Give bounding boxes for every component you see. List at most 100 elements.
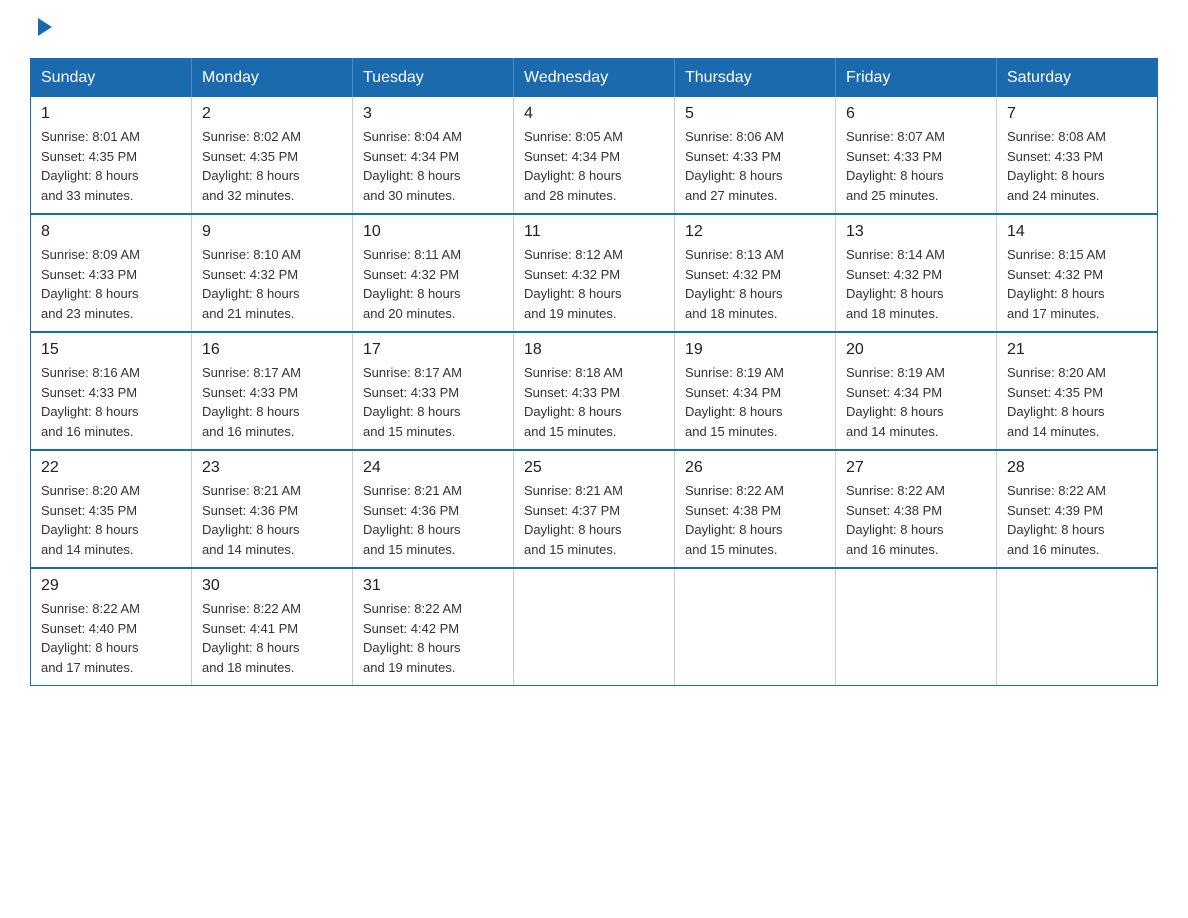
calendar-header-thursday: Thursday xyxy=(675,59,836,98)
day-number: 10 xyxy=(363,223,503,241)
calendar-cell: 11 Sunrise: 8:12 AMSunset: 4:32 PMDaylig… xyxy=(514,214,675,332)
day-number: 31 xyxy=(363,577,503,595)
day-number: 1 xyxy=(41,105,181,123)
calendar-cell: 12 Sunrise: 8:13 AMSunset: 4:32 PMDaylig… xyxy=(675,214,836,332)
day-info: Sunrise: 8:01 AMSunset: 4:35 PMDaylight:… xyxy=(41,129,140,203)
page-header xyxy=(30,20,1158,38)
calendar-cell: 7 Sunrise: 8:08 AMSunset: 4:33 PMDayligh… xyxy=(997,97,1158,214)
day-info: Sunrise: 8:20 AMSunset: 4:35 PMDaylight:… xyxy=(41,483,140,557)
day-number: 15 xyxy=(41,341,181,359)
day-number: 26 xyxy=(685,459,825,477)
calendar-cell: 25 Sunrise: 8:21 AMSunset: 4:37 PMDaylig… xyxy=(514,450,675,568)
day-info: Sunrise: 8:15 AMSunset: 4:32 PMDaylight:… xyxy=(1007,247,1106,321)
day-number: 7 xyxy=(1007,105,1147,123)
calendar-cell: 27 Sunrise: 8:22 AMSunset: 4:38 PMDaylig… xyxy=(836,450,997,568)
calendar-cell xyxy=(514,568,675,686)
day-info: Sunrise: 8:22 AMSunset: 4:41 PMDaylight:… xyxy=(202,601,301,675)
day-info: Sunrise: 8:04 AMSunset: 4:34 PMDaylight:… xyxy=(363,129,462,203)
day-info: Sunrise: 8:22 AMSunset: 4:38 PMDaylight:… xyxy=(685,483,784,557)
day-info: Sunrise: 8:06 AMSunset: 4:33 PMDaylight:… xyxy=(685,129,784,203)
day-info: Sunrise: 8:13 AMSunset: 4:32 PMDaylight:… xyxy=(685,247,784,321)
calendar-header-row: SundayMondayTuesdayWednesdayThursdayFrid… xyxy=(31,59,1158,98)
day-number: 28 xyxy=(1007,459,1147,477)
day-number: 29 xyxy=(41,577,181,595)
calendar-cell: 17 Sunrise: 8:17 AMSunset: 4:33 PMDaylig… xyxy=(353,332,514,450)
calendar-cell: 4 Sunrise: 8:05 AMSunset: 4:34 PMDayligh… xyxy=(514,97,675,214)
day-number: 23 xyxy=(202,459,342,477)
day-number: 4 xyxy=(524,105,664,123)
logo xyxy=(30,20,54,38)
day-info: Sunrise: 8:21 AMSunset: 4:36 PMDaylight:… xyxy=(202,483,301,557)
calendar-cell: 14 Sunrise: 8:15 AMSunset: 4:32 PMDaylig… xyxy=(997,214,1158,332)
day-number: 11 xyxy=(524,223,664,241)
calendar-cell: 18 Sunrise: 8:18 AMSunset: 4:33 PMDaylig… xyxy=(514,332,675,450)
calendar-cell: 15 Sunrise: 8:16 AMSunset: 4:33 PMDaylig… xyxy=(31,332,192,450)
calendar-header-wednesday: Wednesday xyxy=(514,59,675,98)
calendar-cell: 22 Sunrise: 8:20 AMSunset: 4:35 PMDaylig… xyxy=(31,450,192,568)
day-number: 8 xyxy=(41,223,181,241)
day-info: Sunrise: 8:07 AMSunset: 4:33 PMDaylight:… xyxy=(846,129,945,203)
day-number: 13 xyxy=(846,223,986,241)
day-info: Sunrise: 8:12 AMSunset: 4:32 PMDaylight:… xyxy=(524,247,623,321)
day-info: Sunrise: 8:22 AMSunset: 4:42 PMDaylight:… xyxy=(363,601,462,675)
calendar-cell: 1 Sunrise: 8:01 AMSunset: 4:35 PMDayligh… xyxy=(31,97,192,214)
logo-triangle-icon xyxy=(32,16,54,38)
day-info: Sunrise: 8:21 AMSunset: 4:36 PMDaylight:… xyxy=(363,483,462,557)
day-number: 24 xyxy=(363,459,503,477)
calendar-cell: 9 Sunrise: 8:10 AMSunset: 4:32 PMDayligh… xyxy=(192,214,353,332)
calendar-week-row: 8 Sunrise: 8:09 AMSunset: 4:33 PMDayligh… xyxy=(31,214,1158,332)
day-number: 12 xyxy=(685,223,825,241)
calendar-cell: 6 Sunrise: 8:07 AMSunset: 4:33 PMDayligh… xyxy=(836,97,997,214)
calendar-cell xyxy=(836,568,997,686)
day-info: Sunrise: 8:19 AMSunset: 4:34 PMDaylight:… xyxy=(685,365,784,439)
calendar-cell: 5 Sunrise: 8:06 AMSunset: 4:33 PMDayligh… xyxy=(675,97,836,214)
day-info: Sunrise: 8:22 AMSunset: 4:39 PMDaylight:… xyxy=(1007,483,1106,557)
calendar-cell xyxy=(997,568,1158,686)
calendar-cell: 19 Sunrise: 8:19 AMSunset: 4:34 PMDaylig… xyxy=(675,332,836,450)
calendar-header-saturday: Saturday xyxy=(997,59,1158,98)
day-number: 14 xyxy=(1007,223,1147,241)
calendar-cell: 2 Sunrise: 8:02 AMSunset: 4:35 PMDayligh… xyxy=(192,97,353,214)
calendar-week-row: 29 Sunrise: 8:22 AMSunset: 4:40 PMDaylig… xyxy=(31,568,1158,686)
day-info: Sunrise: 8:20 AMSunset: 4:35 PMDaylight:… xyxy=(1007,365,1106,439)
day-number: 22 xyxy=(41,459,181,477)
calendar-cell: 16 Sunrise: 8:17 AMSunset: 4:33 PMDaylig… xyxy=(192,332,353,450)
calendar-week-row: 22 Sunrise: 8:20 AMSunset: 4:35 PMDaylig… xyxy=(31,450,1158,568)
calendar-cell: 30 Sunrise: 8:22 AMSunset: 4:41 PMDaylig… xyxy=(192,568,353,686)
day-info: Sunrise: 8:19 AMSunset: 4:34 PMDaylight:… xyxy=(846,365,945,439)
day-info: Sunrise: 8:22 AMSunset: 4:38 PMDaylight:… xyxy=(846,483,945,557)
day-number: 19 xyxy=(685,341,825,359)
calendar-table: SundayMondayTuesdayWednesdayThursdayFrid… xyxy=(30,58,1158,686)
calendar-cell: 20 Sunrise: 8:19 AMSunset: 4:34 PMDaylig… xyxy=(836,332,997,450)
calendar-cell: 24 Sunrise: 8:21 AMSunset: 4:36 PMDaylig… xyxy=(353,450,514,568)
day-info: Sunrise: 8:02 AMSunset: 4:35 PMDaylight:… xyxy=(202,129,301,203)
calendar-week-row: 1 Sunrise: 8:01 AMSunset: 4:35 PMDayligh… xyxy=(31,97,1158,214)
day-number: 5 xyxy=(685,105,825,123)
day-info: Sunrise: 8:14 AMSunset: 4:32 PMDaylight:… xyxy=(846,247,945,321)
calendar-cell: 3 Sunrise: 8:04 AMSunset: 4:34 PMDayligh… xyxy=(353,97,514,214)
calendar-header-tuesday: Tuesday xyxy=(353,59,514,98)
day-info: Sunrise: 8:09 AMSunset: 4:33 PMDaylight:… xyxy=(41,247,140,321)
day-info: Sunrise: 8:21 AMSunset: 4:37 PMDaylight:… xyxy=(524,483,623,557)
calendar-cell: 31 Sunrise: 8:22 AMSunset: 4:42 PMDaylig… xyxy=(353,568,514,686)
day-number: 2 xyxy=(202,105,342,123)
day-number: 20 xyxy=(846,341,986,359)
day-number: 21 xyxy=(1007,341,1147,359)
calendar-header-friday: Friday xyxy=(836,59,997,98)
day-number: 9 xyxy=(202,223,342,241)
day-info: Sunrise: 8:18 AMSunset: 4:33 PMDaylight:… xyxy=(524,365,623,439)
calendar-cell: 21 Sunrise: 8:20 AMSunset: 4:35 PMDaylig… xyxy=(997,332,1158,450)
day-number: 3 xyxy=(363,105,503,123)
calendar-cell: 26 Sunrise: 8:22 AMSunset: 4:38 PMDaylig… xyxy=(675,450,836,568)
day-info: Sunrise: 8:17 AMSunset: 4:33 PMDaylight:… xyxy=(202,365,301,439)
day-number: 6 xyxy=(846,105,986,123)
calendar-header-sunday: Sunday xyxy=(31,59,192,98)
day-number: 18 xyxy=(524,341,664,359)
day-info: Sunrise: 8:05 AMSunset: 4:34 PMDaylight:… xyxy=(524,129,623,203)
calendar-cell: 23 Sunrise: 8:21 AMSunset: 4:36 PMDaylig… xyxy=(192,450,353,568)
calendar-header-monday: Monday xyxy=(192,59,353,98)
day-info: Sunrise: 8:17 AMSunset: 4:33 PMDaylight:… xyxy=(363,365,462,439)
calendar-cell: 13 Sunrise: 8:14 AMSunset: 4:32 PMDaylig… xyxy=(836,214,997,332)
day-info: Sunrise: 8:22 AMSunset: 4:40 PMDaylight:… xyxy=(41,601,140,675)
day-number: 16 xyxy=(202,341,342,359)
